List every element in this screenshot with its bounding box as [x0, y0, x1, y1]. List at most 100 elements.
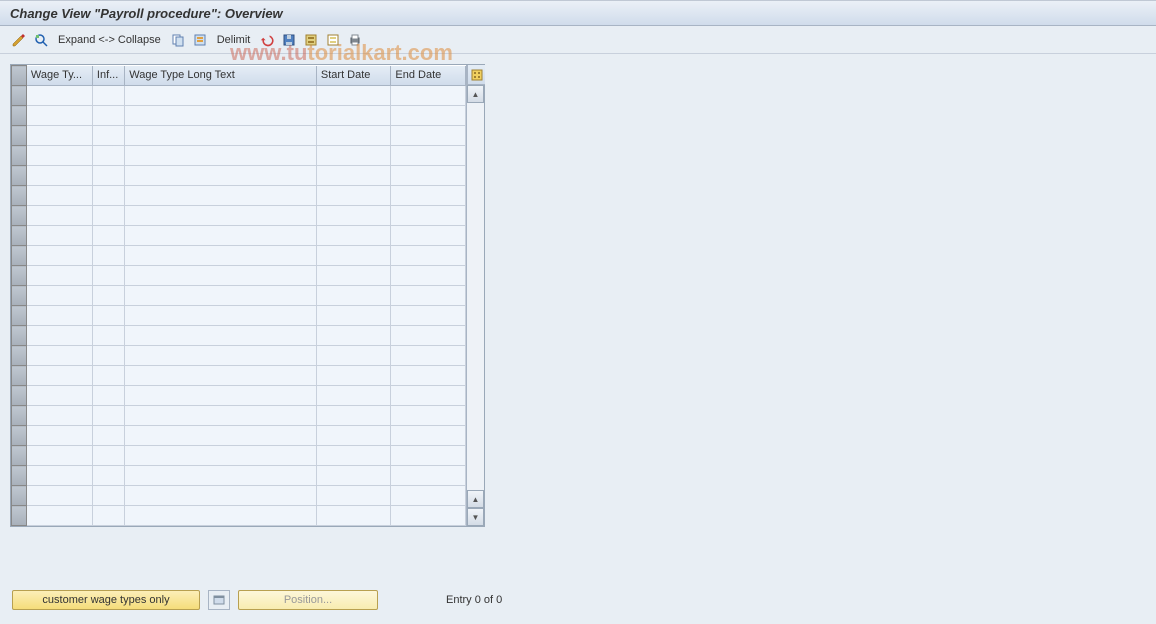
cell-start-date[interactable] — [316, 186, 391, 206]
cell-long-text[interactable] — [125, 206, 317, 226]
column-wage-type[interactable]: Wage Ty... — [26, 66, 92, 86]
cell-start-date[interactable] — [316, 466, 391, 486]
cell-start-date[interactable] — [316, 246, 391, 266]
cell-start-date[interactable] — [316, 126, 391, 146]
scroll-track[interactable] — [467, 103, 484, 490]
cell-infotype[interactable] — [92, 466, 124, 486]
cell-wage-type[interactable] — [26, 166, 92, 186]
select-block-icon[interactable] — [302, 31, 320, 49]
cell-start-date[interactable] — [316, 86, 391, 106]
cell-infotype[interactable] — [92, 266, 124, 286]
cell-wage-type[interactable] — [26, 326, 92, 346]
cell-start-date[interactable] — [316, 326, 391, 346]
row-selector[interactable] — [12, 166, 27, 186]
cell-long-text[interactable] — [125, 166, 317, 186]
row-selector[interactable] — [12, 186, 27, 206]
row-selector[interactable] — [12, 366, 27, 386]
cell-end-date[interactable] — [391, 486, 466, 506]
cell-infotype[interactable] — [92, 106, 124, 126]
other-view-icon[interactable] — [32, 31, 50, 49]
scroll-up-button[interactable]: ▲ — [467, 85, 484, 103]
undo-icon[interactable] — [258, 31, 276, 49]
cell-wage-type[interactable] — [26, 226, 92, 246]
cell-wage-type[interactable] — [26, 126, 92, 146]
cell-long-text[interactable] — [125, 506, 317, 526]
deselect-all-icon[interactable] — [324, 31, 342, 49]
row-selector[interactable] — [12, 346, 27, 366]
row-selector[interactable] — [12, 146, 27, 166]
cell-wage-type[interactable] — [26, 186, 92, 206]
cell-wage-type[interactable] — [26, 366, 92, 386]
cell-start-date[interactable] — [316, 106, 391, 126]
cell-infotype[interactable] — [92, 166, 124, 186]
cell-long-text[interactable] — [125, 106, 317, 126]
column-long-text[interactable]: Wage Type Long Text — [125, 66, 317, 86]
cell-wage-type[interactable] — [26, 506, 92, 526]
cell-start-date[interactable] — [316, 426, 391, 446]
delimit-button[interactable]: Delimit — [213, 34, 255, 46]
cell-long-text[interactable] — [125, 186, 317, 206]
cell-end-date[interactable] — [391, 366, 466, 386]
cell-infotype[interactable] — [92, 146, 124, 166]
row-selector[interactable] — [12, 446, 27, 466]
cell-long-text[interactable] — [125, 86, 317, 106]
cell-long-text[interactable] — [125, 486, 317, 506]
cell-start-date[interactable] — [316, 386, 391, 406]
cell-wage-type[interactable] — [26, 266, 92, 286]
cell-start-date[interactable] — [316, 226, 391, 246]
column-start-date[interactable]: Start Date — [316, 66, 391, 86]
row-selector[interactable] — [12, 86, 27, 106]
cell-wage-type[interactable] — [26, 466, 92, 486]
row-selector[interactable] — [12, 206, 27, 226]
toggle-change-icon[interactable] — [10, 31, 28, 49]
cell-long-text[interactable] — [125, 386, 317, 406]
cell-infotype[interactable] — [92, 306, 124, 326]
cell-wage-type[interactable] — [26, 406, 92, 426]
cell-infotype[interactable] — [92, 406, 124, 426]
row-selector[interactable] — [12, 246, 27, 266]
cell-start-date[interactable] — [316, 206, 391, 226]
cell-end-date[interactable] — [391, 86, 466, 106]
cell-long-text[interactable] — [125, 466, 317, 486]
cell-long-text[interactable] — [125, 226, 317, 246]
copy-icon[interactable] — [169, 31, 187, 49]
cell-infotype[interactable] — [92, 366, 124, 386]
position-button[interactable]: Position... — [238, 590, 378, 610]
row-selector[interactable] — [12, 126, 27, 146]
select-all-icon[interactable] — [191, 31, 209, 49]
cell-long-text[interactable] — [125, 366, 317, 386]
table-settings-icon[interactable] — [467, 65, 485, 85]
cell-long-text[interactable] — [125, 406, 317, 426]
position-icon-button[interactable] — [208, 590, 230, 610]
cell-start-date[interactable] — [316, 486, 391, 506]
cell-end-date[interactable] — [391, 106, 466, 126]
cell-wage-type[interactable] — [26, 286, 92, 306]
cell-infotype[interactable] — [92, 206, 124, 226]
cell-end-date[interactable] — [391, 166, 466, 186]
cell-infotype[interactable] — [92, 246, 124, 266]
cell-wage-type[interactable] — [26, 346, 92, 366]
cell-start-date[interactable] — [316, 366, 391, 386]
row-selector[interactable] — [12, 286, 27, 306]
scroll-down-button-1[interactable]: ▲ — [467, 490, 484, 508]
cell-wage-type[interactable] — [26, 386, 92, 406]
cell-infotype[interactable] — [92, 186, 124, 206]
cell-start-date[interactable] — [316, 306, 391, 326]
cell-infotype[interactable] — [92, 326, 124, 346]
cell-long-text[interactable] — [125, 126, 317, 146]
cell-start-date[interactable] — [316, 166, 391, 186]
save-icon[interactable] — [280, 31, 298, 49]
cell-infotype[interactable] — [92, 346, 124, 366]
column-end-date[interactable]: End Date — [391, 66, 466, 86]
row-selector[interactable] — [12, 426, 27, 446]
cell-end-date[interactable] — [391, 186, 466, 206]
cell-infotype[interactable] — [92, 426, 124, 446]
cell-end-date[interactable] — [391, 426, 466, 446]
cell-wage-type[interactable] — [26, 426, 92, 446]
cell-end-date[interactable] — [391, 506, 466, 526]
cell-infotype[interactable] — [92, 86, 124, 106]
expand-collapse-button[interactable]: Expand <-> Collapse — [54, 34, 165, 46]
cell-end-date[interactable] — [391, 406, 466, 426]
cell-wage-type[interactable] — [26, 106, 92, 126]
cell-end-date[interactable] — [391, 126, 466, 146]
